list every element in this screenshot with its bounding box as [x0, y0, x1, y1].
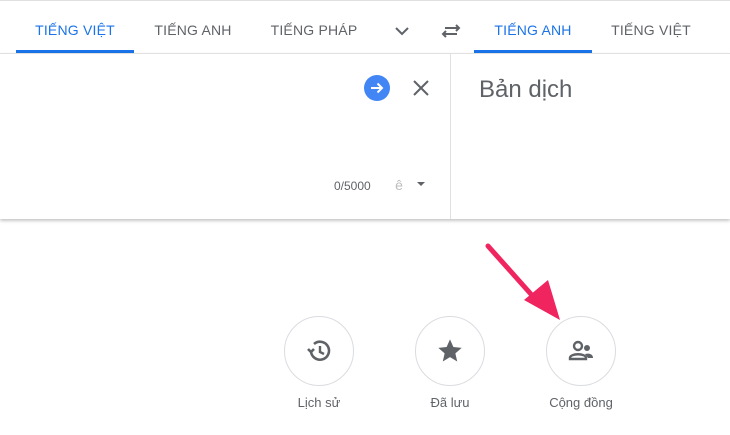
character-count: 0/5000 [334, 179, 371, 193]
translate-button[interactable] [364, 75, 390, 101]
ime-dropdown-icon[interactable] [415, 180, 427, 188]
tab-target-vietnamese[interactable]: TIẾNG VIỆT [596, 20, 706, 40]
community-icon [568, 340, 593, 361]
history-label: Lịch sử [297, 395, 341, 410]
chevron-down-icon[interactable] [392, 22, 412, 40]
annotation-arrow [485, 243, 560, 320]
tab-source-english[interactable]: TIẾNG ANH [138, 20, 248, 40]
ime-icon[interactable]: ê [390, 175, 408, 195]
top-divider [0, 0, 730, 1]
swap-icon[interactable] [440, 20, 462, 42]
tab-target-english[interactable]: TIẾNG ANH [474, 20, 592, 40]
close-icon[interactable] [410, 77, 432, 99]
star-icon [438, 339, 462, 362]
arrow-right-icon [371, 82, 384, 94]
tab-source-vietnamese[interactable]: TIẾNG VIỆT [16, 20, 134, 40]
saved-button[interactable] [415, 316, 485, 386]
history-button[interactable] [284, 316, 354, 386]
saved-label: Đã lưu [430, 395, 470, 410]
community-label: Cộng đồng [549, 395, 613, 410]
history-icon [307, 340, 331, 361]
translation-card: 0/5000 ê Bản dịch [0, 53, 730, 219]
translation-output: Bản dịch [479, 76, 573, 103]
tab-source-french[interactable]: TIẾNG PHÁP [254, 20, 374, 40]
pane-divider [450, 54, 451, 219]
community-button[interactable] [546, 316, 616, 386]
